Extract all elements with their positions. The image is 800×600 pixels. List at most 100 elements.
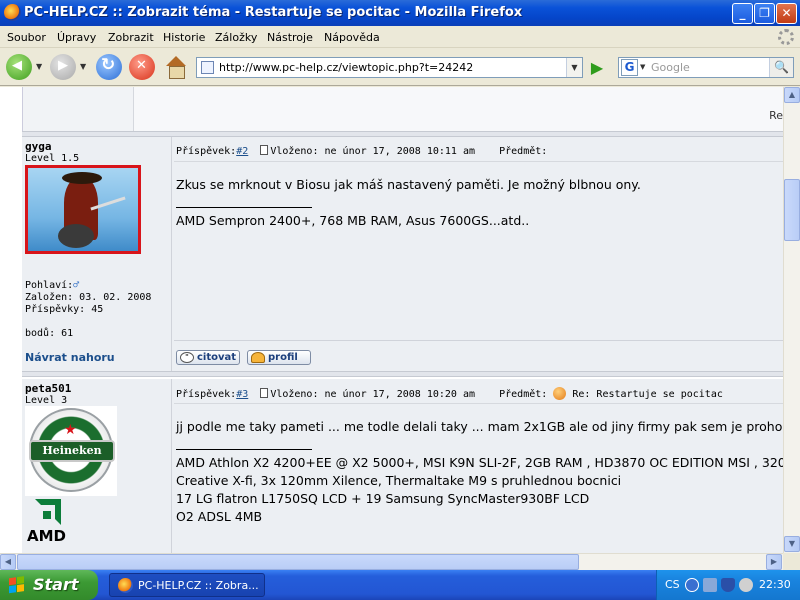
heineken-logo: ★ Heineken [29,408,115,492]
signature-line: O2 ADSL 4MB [176,509,263,524]
volume-icon[interactable] [739,578,753,592]
star-icon: ★ [64,422,77,438]
window-title: PC-HELP.CZ :: Zobrazit téma - Restartuje… [24,5,523,20]
firefox-icon [118,578,133,593]
scroll-up-button[interactable]: ▲ [784,87,800,103]
signature-divider [176,449,312,450]
horizontal-scrollbar[interactable]: ◀ ▶ [0,553,783,570]
quote-icon: " [180,352,194,363]
vertical-scrollbar[interactable]: ▲ ▼ [783,87,800,553]
previous-post-fragment: Re [22,87,783,131]
url-text[interactable]: http://www.pc-help.cz/viewtopic.php?t=24… [219,61,473,74]
heineken-label: Heineken [29,440,115,462]
minimize-button[interactable]: _ [732,3,753,24]
url-history-dropdown[interactable]: ▼ [566,58,582,77]
post-count: Příspěvky: 45 [25,304,104,315]
subject-label: Předmět: [499,146,548,157]
post-number-link[interactable]: #3 [236,389,248,400]
post-label: Příspěvek: [176,389,237,400]
scroll-right-button[interactable]: ▶ [766,554,782,570]
username[interactable]: gyga [25,140,52,153]
amd-badge-text: AMD [27,527,66,545]
stop-button[interactable] [129,54,155,80]
taskbar: Start PC-HELP.CZ :: Zobra... CS 22:30 [0,570,800,600]
menu-napoveda[interactable]: Nápověda [324,31,380,44]
maximize-button[interactable]: ❐ [754,3,775,24]
forum-post: gyga Level 1.5 Pohlaví:♂ Založen: 03. 02… [22,137,783,371]
post-doc-icon [260,145,269,155]
system-tray: CS 22:30 [656,570,800,600]
back-to-top-link[interactable]: Návrat nahoru [25,351,115,364]
signature-line: Creative X-fi, 3x 120mm Xilence, Thermal… [176,473,622,488]
forum-post: peta501 Level 3 ★ Heineken AMD Příspěvek… [22,379,783,553]
signature-line: AMD Athlon X2 4200+EE @ X2 5000+, MSI K9… [176,455,783,470]
menu-upravy[interactable]: Úpravy [57,31,96,44]
gender-label: Pohlaví: [25,280,74,291]
signature-line: 17 LG flatron L1750SQ LCD + 19 Samsung S… [176,491,590,506]
back-history-dropdown[interactable]: ▼ [36,62,42,71]
firefox-icon [4,4,21,21]
url-bar[interactable]: http://www.pc-help.cz/viewtopic.php?t=24… [196,57,583,78]
taskbar-firefox-task[interactable]: PC-HELP.CZ :: Zobra... [109,573,265,597]
subject-label: Předmět: [499,389,548,400]
male-icon: ♂ [73,280,80,291]
joined-date: Založen: 03. 02. 2008 [25,292,152,303]
post-content: Příspěvek:#3 Vloženo: ne únor 17, 2008 1… [174,379,783,553]
page-icon [201,61,214,74]
post-header: Příspěvek:#2 Vloženo: ne únor 17, 2008 1… [176,145,776,157]
network-icon[interactable] [703,578,717,592]
post-label: Příspěvek: [176,146,237,157]
go-button[interactable]: ▶ [587,58,607,78]
quote-button[interactable]: " citovat [176,350,240,365]
avatar [25,165,141,254]
forward-history-dropdown[interactable]: ▼ [80,62,86,71]
search-bar[interactable]: G ▼ Google 🔍 [618,57,794,78]
post-content: Příspěvek:#2 Vloženo: ne únor 17, 2008 1… [174,137,783,371]
user-level: Level 1.5 [25,153,80,164]
search-icon[interactable]: 🔍 [769,58,793,77]
close-button[interactable]: ✕ [776,3,797,24]
amd-logo-icon [35,499,61,525]
gender-info: Pohlaví:♂ [25,280,79,291]
username[interactable]: peta501 [25,382,71,395]
post-subject: Re: Restartuje se pocitac [572,389,723,400]
start-button[interactable]: Start [0,570,98,600]
menu-bar: Soubor Úpravy Zobrazit Historie Záložky … [0,26,800,48]
menu-historie[interactable]: Historie [163,31,205,44]
post-number-link[interactable]: #2 [236,146,248,157]
title-bar[interactable]: PC-HELP.CZ :: Zobrazit téma - Restartuje… [0,0,800,26]
home-button[interactable] [162,54,188,80]
reload-button[interactable] [96,54,122,80]
page-content: Re gyga Level 1.5 Pohlaví:♂ Založen: 03.… [0,87,783,553]
post-date: Vloženo: ne únor 17, 2008 10:20 am [270,389,476,400]
post-doc-icon [260,388,269,398]
horizontal-scroll-thumb[interactable] [17,554,579,570]
search-input[interactable]: Google [651,61,690,74]
throbber-icon [778,29,794,45]
menu-soubor[interactable]: Soubor [7,31,46,44]
tray-arrow-icon[interactable] [685,578,699,592]
profile-button[interactable]: profil [247,350,311,365]
windows-flag-icon [9,576,26,594]
signature-divider [176,207,312,208]
post-date: Vloženo: ne únor 17, 2008 10:11 am [270,146,476,157]
security-shield-icon[interactable] [721,578,735,592]
vertical-scroll-thumb[interactable] [784,179,800,241]
menu-nastroje[interactable]: Nástroje [267,31,313,44]
scroll-down-button[interactable]: ▼ [784,536,800,552]
post-body: jj podle me taky pameti ... me todle del… [176,419,783,434]
menu-zobrazit[interactable]: Zobrazit [108,31,154,44]
user-level: Level 3 [25,395,68,406]
language-indicator[interactable]: CS [665,578,680,591]
fragment-text: Re [769,109,783,122]
post-author-panel: peta501 Level 3 ★ Heineken AMD [22,379,172,553]
menu-zalozky[interactable]: Záložky [215,31,257,44]
post-divider [22,371,783,377]
forward-button[interactable] [50,54,76,80]
google-engine-icon[interactable]: G [621,59,638,76]
search-engine-dropdown[interactable]: ▼ [640,63,645,71]
post-author-panel: gyga Level 1.5 Pohlaví:♂ Založen: 03. 02… [22,137,172,371]
scroll-left-button[interactable]: ◀ [0,554,16,570]
post-header: Příspěvek:#3 Vloženo: ne únor 17, 2008 1… [176,387,776,400]
back-button[interactable] [6,54,32,80]
